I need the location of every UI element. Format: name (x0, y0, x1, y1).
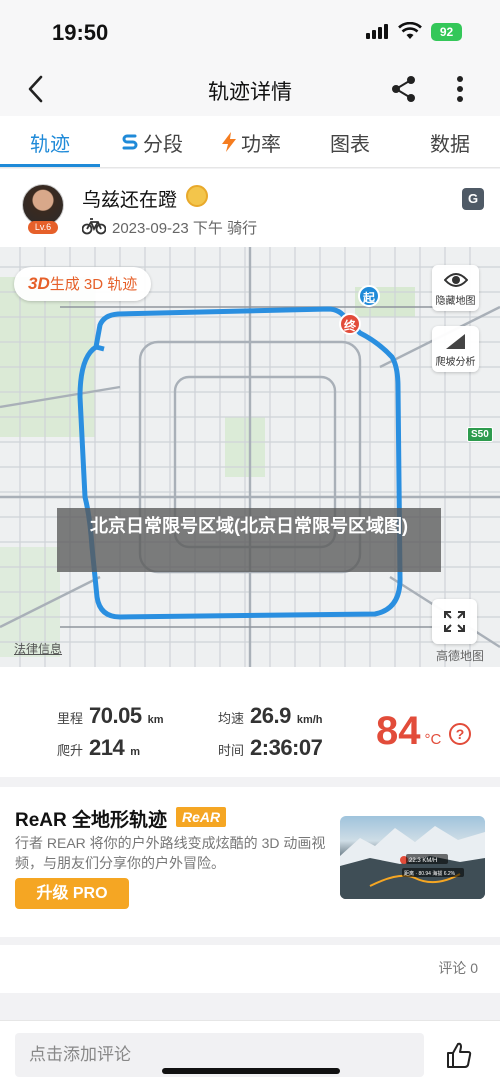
tab-charts[interactable]: 图表 (330, 128, 370, 156)
track-map[interactable]: 3D生成 3D 轨迹 隐藏地图 爬坡分析 起 终 S50 法律信息 高德地图 北… (0, 247, 500, 667)
cellular-signal-icon (366, 24, 388, 39)
ride-stats: 里程 70.05 km 均速 26.9 km/h 爬升 214 m 时间 2:3… (0, 667, 500, 777)
stat-temperature: 84 °C (376, 709, 442, 753)
tab-segments[interactable]: 分段 (120, 128, 183, 156)
generate-3d-track-button[interactable]: 3D生成 3D 轨迹 (14, 267, 152, 301)
comments-header: 评论 0 (0, 945, 500, 993)
mountain-preview: 22.3 KM/H 距离 · 80.94 海拔 6.2% (340, 826, 485, 899)
upgrade-pro-button[interactable]: 升级 PRO (15, 878, 129, 909)
promo-description: 行者 REAR 将你的户外路线变成炫酷的 3D 动画视频，与朋友们分享你的户外冒… (15, 835, 326, 871)
ride-date-type: 2023-09-23 下午 骑行 (112, 220, 258, 237)
comment-count: 评论 0 (438, 960, 478, 976)
battery-icon: 92 (431, 23, 462, 41)
legal-info-link[interactable]: 法律信息 (14, 640, 62, 657)
lightning-icon (222, 132, 236, 152)
user-name[interactable]: 乌兹还在蹬 (82, 185, 177, 212)
thumbs-up-icon[interactable] (445, 1041, 473, 1069)
climb-analysis-button[interactable]: 爬坡分析 (432, 326, 479, 372)
end-marker: 终 (339, 313, 361, 335)
eye-icon (443, 273, 468, 287)
share-icon[interactable] (389, 74, 419, 104)
amap-logo: 高德地图 (436, 649, 485, 663)
help-icon[interactable]: ? (449, 723, 471, 745)
route-sign: S50 (467, 427, 493, 442)
tab-track[interactable]: 轨迹 (30, 128, 70, 156)
bike-icon (82, 218, 106, 235)
promo-image-stats: 距离 · 80.94 海拔 6.2% (404, 870, 456, 877)
hide-map-button[interactable]: 隐藏地图 (432, 265, 479, 311)
start-marker: 起 (358, 285, 380, 307)
level-badge: Lv.6 (28, 221, 58, 234)
rear-promo-card: ReAR 全地形轨迹 ReAR 行者 REAR 将你的户外路线变成炫酷的 3D … (0, 787, 500, 937)
active-tab-indicator (0, 164, 100, 167)
page-title: 轨迹详情 (208, 81, 292, 104)
fullscreen-button[interactable] (432, 599, 477, 644)
wifi-icon (398, 22, 422, 39)
status-bar: 19:50 92 (0, 0, 500, 62)
segment-icon (122, 134, 138, 150)
status-time: 19:50 (52, 20, 109, 45)
user-info: Lv.6 乌兹还在蹬 2023-09-23 下午 骑行 G (0, 169, 500, 247)
stat-time: 时间 2:36:07 (218, 735, 323, 760)
tab-power[interactable]: 功率 (220, 128, 281, 156)
stat-distance: 里程 70.05 km (57, 703, 164, 728)
stat-avg-speed: 均速 26.9 km/h (218, 703, 323, 728)
more-icon[interactable] (450, 72, 470, 106)
nav-bar: 轨迹详情 (0, 62, 500, 116)
promo-3d-preview-image[interactable]: 22.3 KM/H 距离 · 80.94 海拔 6.2% (340, 816, 485, 899)
slope-icon (445, 334, 465, 349)
tab-data[interactable]: 数据 (430, 128, 470, 156)
home-indicator (162, 1068, 340, 1074)
avatar[interactable] (22, 184, 64, 226)
promo-image-speed: 22.3 KM/H (409, 858, 437, 864)
rear-badge: ReAR (176, 807, 227, 827)
medal-icon[interactable] (186, 185, 208, 207)
stat-climb: 爬升 214 m (57, 735, 141, 760)
image-caption-overlay: 北京日常限号区域(北京日常限号区域图) (57, 508, 441, 572)
tab-bar: 轨迹 分段 功率 图表 数据 (0, 116, 500, 168)
promo-title: ReAR 全地形轨迹 (15, 810, 168, 831)
garmin-icon: G (462, 188, 484, 210)
expand-icon (444, 611, 465, 632)
map-roads (0, 247, 500, 667)
